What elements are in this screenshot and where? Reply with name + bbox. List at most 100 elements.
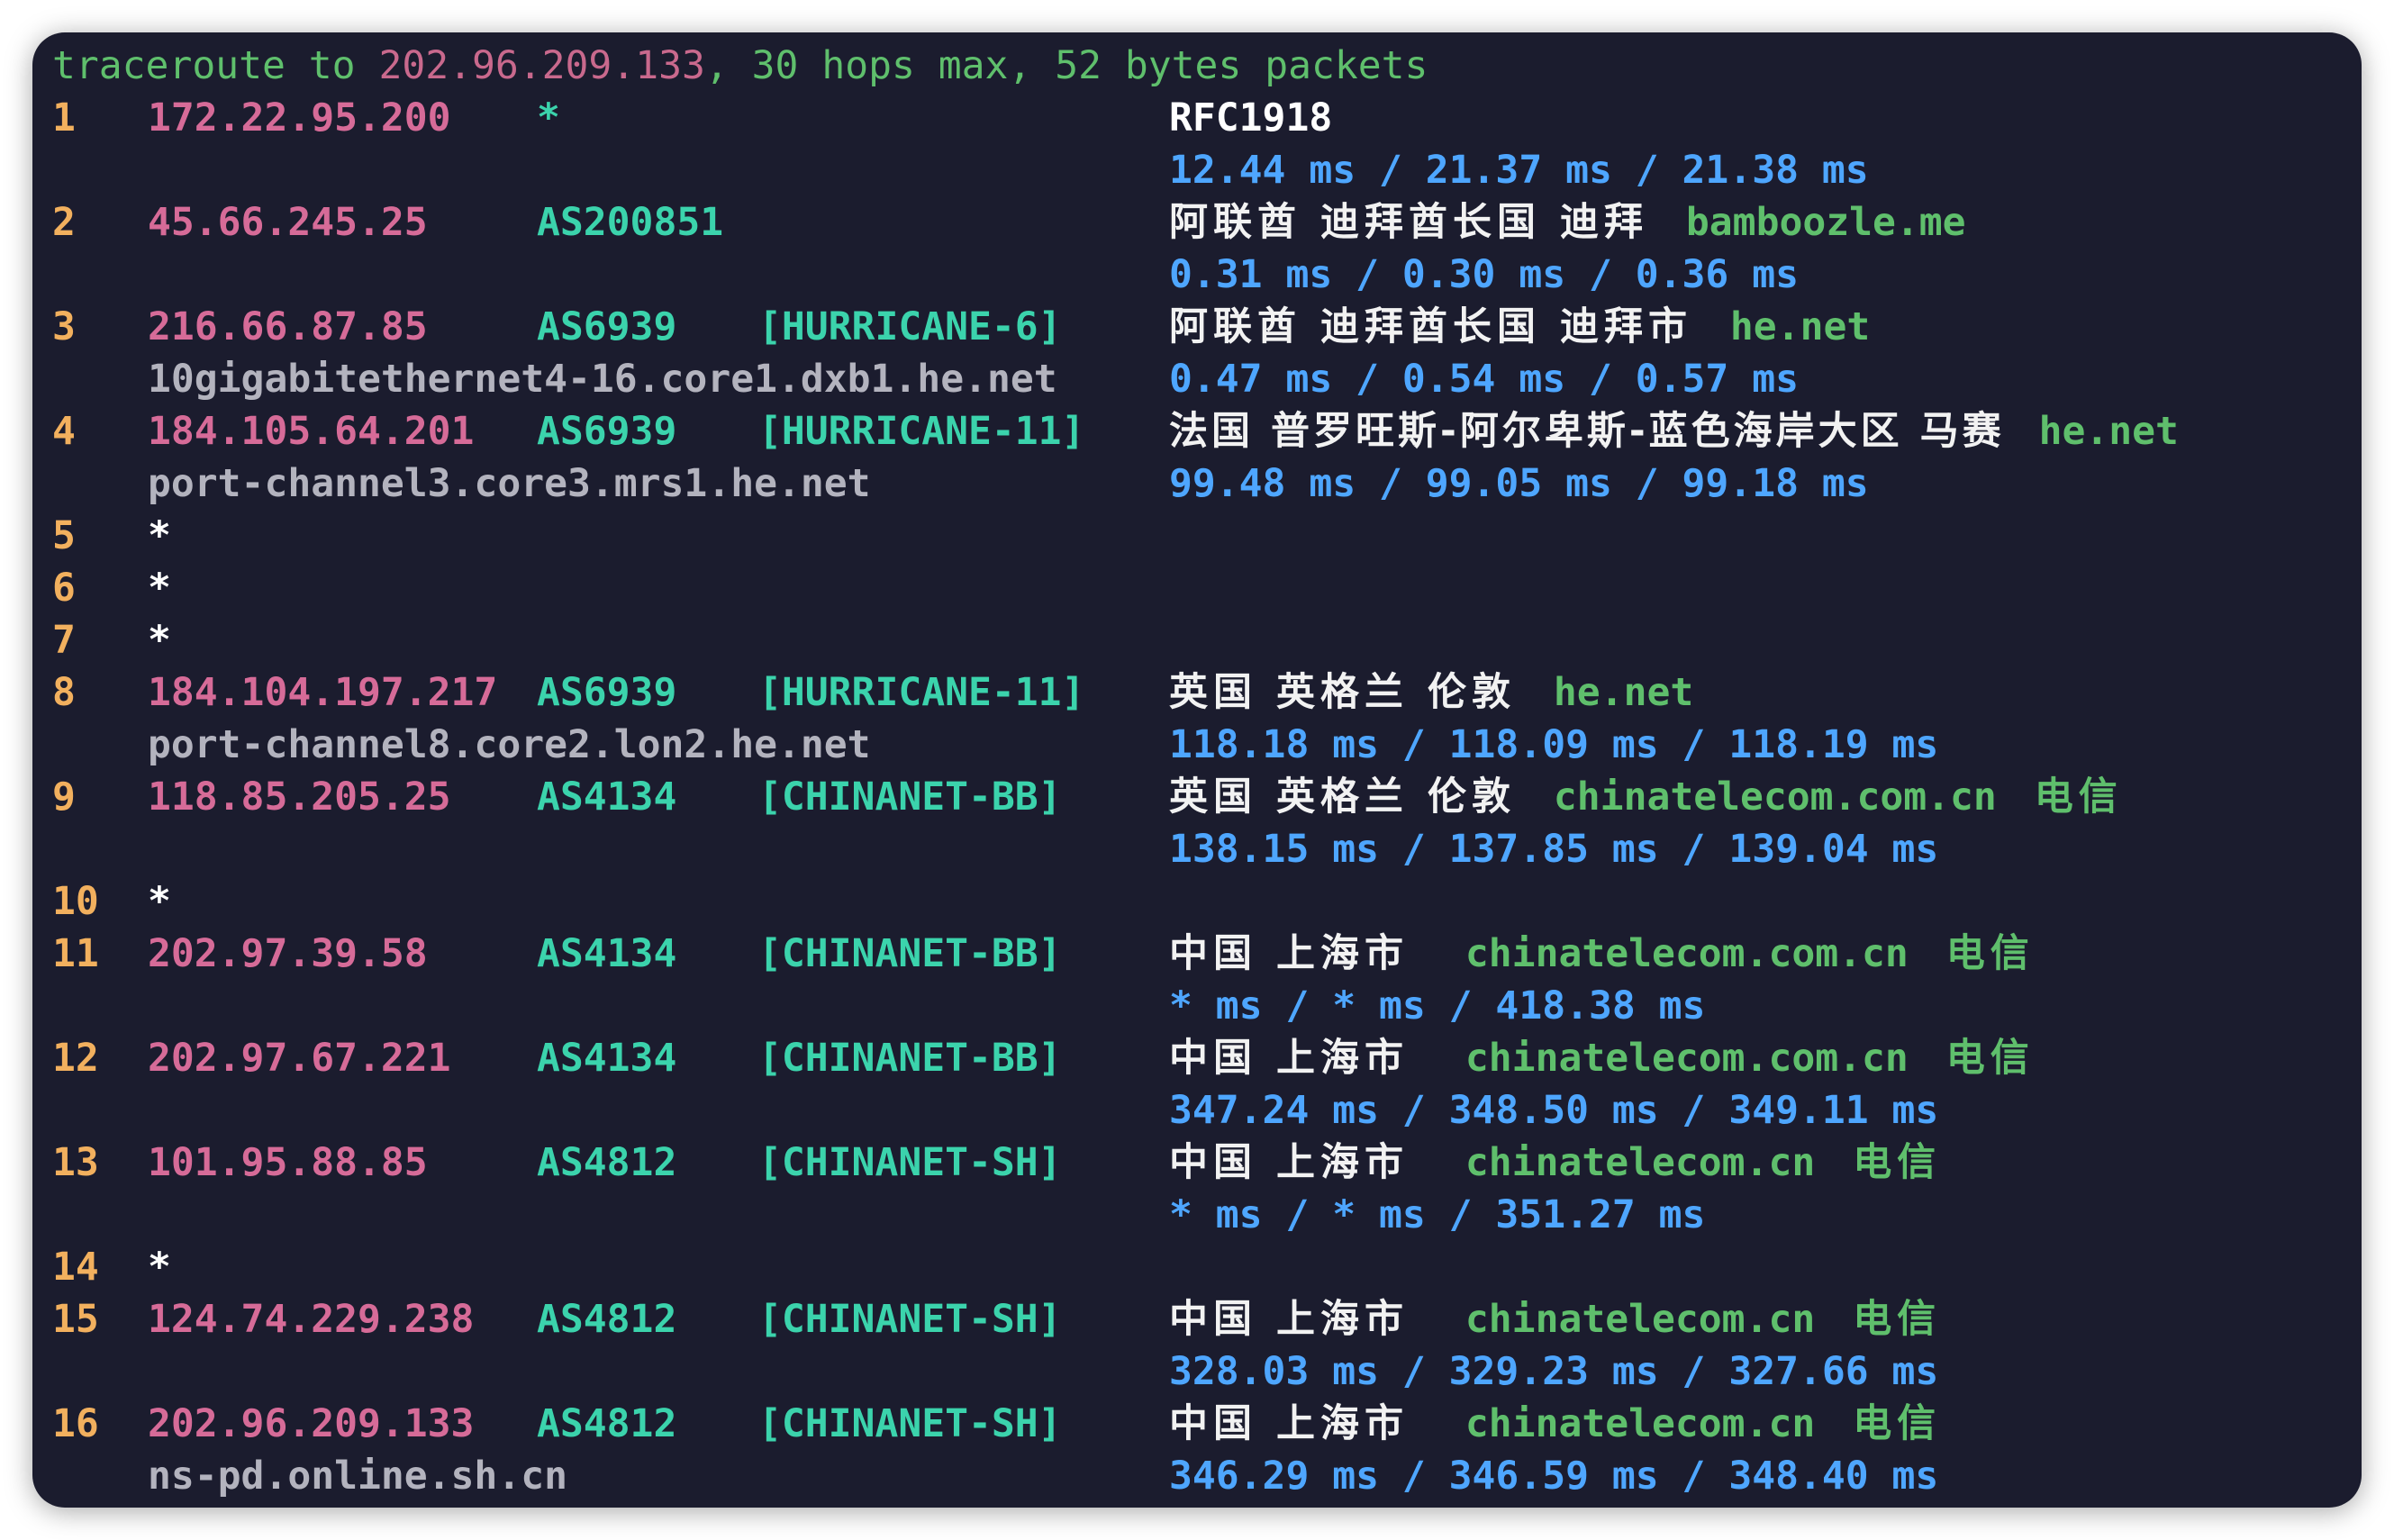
hop-isp: 电信 — [1853, 1401, 1942, 1446]
hop-rtt: * ms / * ms / 351.27 ms — [1169, 1192, 1706, 1237]
hop-rtt: 118.18 ms / 118.09 ms / 118.19 ms — [1169, 722, 1939, 767]
hop-domain: chinatelecom.cn — [1465, 1297, 1816, 1342]
hop-detail-row: 0.31 ms / 0.30 ms / 0.36 ms — [32, 249, 1799, 301]
hop-domain: chinatelecom.cn — [1465, 1140, 1816, 1185]
hop-isp: 电信 — [1853, 1140, 1942, 1185]
hop-domain: bamboozle.me — [1685, 200, 1966, 245]
hop-asn: AS6939 — [537, 409, 677, 454]
hop-rtt: 12.44 ms / 21.37 ms / 21.38 ms — [1169, 148, 1869, 193]
hop-asn: AS4134 — [537, 775, 677, 820]
hop-number: 12 — [52, 1036, 99, 1081]
hop-net-tag: [CHINANET-SH] — [758, 1401, 1062, 1446]
hop-ip: 184.105.64.201 — [148, 409, 475, 454]
hop-asn: * — [537, 95, 560, 140]
hop-timeout: * — [148, 1245, 171, 1290]
hop-net-tag: [CHINANET-BB] — [758, 1036, 1062, 1081]
hop-net-tag: [HURRICANE-6] — [758, 304, 1062, 349]
hop-number: 14 — [52, 1245, 99, 1290]
hop-number: 6 — [52, 566, 76, 611]
hop-row: 10 * — [32, 875, 171, 928]
hop-ip: 184.104.197.217 — [148, 670, 498, 715]
hop-net-tag: [CHINANET-SH] — [758, 1140, 1062, 1185]
hop-number: 5 — [52, 513, 76, 558]
hop-row: 11 202.97.39.58 AS4134 [CHINANET-BB] 中国 … — [32, 928, 2029, 980]
hop-number: 11 — [52, 931, 99, 976]
hop-ip: 216.66.87.85 — [148, 304, 428, 349]
hop-asn: AS200851 — [537, 200, 724, 245]
hop-detail-row: 10gigabitethernet4-16.core1.dxb1.he.net … — [32, 353, 1799, 405]
hop-detail-row: 328.03 ms / 329.23 ms / 327.66 ms — [32, 1345, 1938, 1398]
hop-number: 13 — [52, 1140, 99, 1185]
hop-rtt: 99.48 ms / 99.05 ms / 99.18 ms — [1169, 461, 1869, 506]
hop-domain: chinatelecom.com.cn — [1465, 931, 1909, 976]
hop-location: 阿联酋 迪拜酋长国 迪拜市 he.net — [1169, 304, 1871, 349]
hop-number: 3 — [52, 304, 76, 349]
hop-ip: 124.74.229.238 — [148, 1297, 475, 1342]
hop-row: 8 184.104.197.217 AS6939 [HURRICANE-11] … — [32, 666, 1693, 719]
hop-row: 6 * — [32, 562, 171, 614]
hop-ip: 45.66.245.25 — [148, 200, 428, 245]
hop-row: 1 172.22.95.200 * RFC1918 — [32, 92, 1332, 144]
terminal-window[interactable]: traceroute to 202.96.209.133, 30 hops ma… — [32, 32, 2362, 1508]
hop-ip: 172.22.95.200 — [148, 95, 451, 140]
hop-detail-row: * ms / * ms / 418.38 ms — [32, 980, 1705, 1032]
hop-ip: 202.97.67.221 — [148, 1036, 451, 1081]
hop-row: 15 124.74.229.238 AS4812 [CHINANET-SH] 中… — [32, 1293, 1936, 1345]
hop-ip: 202.97.39.58 — [148, 931, 428, 976]
hop-domain: he.net — [1553, 670, 1694, 715]
hop-location: 中国 上海市 chinatelecom.cn 电信 — [1169, 1140, 1942, 1185]
hop-rdns: 10gigabitethernet4-16.core1.dxb1.he.net — [148, 357, 1057, 402]
hop-rtt: 328.03 ms / 329.23 ms / 327.66 ms — [1169, 1349, 1939, 1394]
hop-rtt: 138.15 ms / 137.85 ms / 139.04 ms — [1169, 827, 1939, 872]
hop-row: 13 101.95.88.85 AS4812 [CHINANET-SH] 中国 … — [32, 1137, 1936, 1189]
hop-rdns: ns-pd.online.sh.cn — [148, 1454, 567, 1499]
hop-domain: chinatelecom.com.cn — [1553, 775, 1997, 820]
hop-row: 14 * — [32, 1241, 171, 1293]
hop-timeout: * — [148, 566, 171, 611]
hop-detail-row: * ms / * ms / 351.27 ms — [32, 1189, 1705, 1241]
hop-rtt: * ms / * ms / 418.38 ms — [1169, 983, 1706, 1028]
hop-rtt: 0.47 ms / 0.54 ms / 0.57 ms — [1169, 357, 1799, 402]
hop-domain: he.net — [1729, 304, 1871, 349]
hop-asn: AS4812 — [537, 1140, 677, 1185]
hop-row: 3 216.66.87.85 AS6939 [HURRICANE-6] 阿联酋 … — [32, 301, 1870, 353]
hop-net-tag: [CHINANET-BB] — [758, 775, 1062, 820]
hop-asn: AS4812 — [537, 1297, 677, 1342]
hop-ip: 101.95.88.85 — [148, 1140, 428, 1185]
hop-row: 9 118.85.205.25 AS4134 [CHINANET-BB] 英国 … — [32, 771, 2117, 823]
hop-timeout: * — [148, 879, 171, 924]
hop-asn: AS4812 — [537, 1401, 677, 1446]
hop-asn: AS6939 — [537, 304, 677, 349]
hop-domain: chinatelecom.cn — [1465, 1401, 1816, 1446]
hop-number: 15 — [52, 1297, 99, 1342]
hop-row: 12 202.97.67.221 AS4134 [CHINANET-BB] 中国… — [32, 1032, 2029, 1084]
hop-location: 中国 上海市 chinatelecom.com.cn 电信 — [1169, 1036, 2035, 1081]
hop-location: 英国 英格兰 伦敦 he.net — [1169, 670, 1694, 715]
hop-asn: AS4134 — [537, 931, 677, 976]
hop-number: 10 — [52, 879, 99, 924]
hop-detail-row: 347.24 ms / 348.50 ms / 349.11 ms — [32, 1084, 1938, 1137]
hop-net-tag: [HURRICANE-11] — [758, 670, 1085, 715]
hop-rdns: port-channel3.core3.mrs1.he.net — [148, 461, 871, 506]
hop-net-tag: [CHINANET-SH] — [758, 1297, 1062, 1342]
hop-detail-row: port-channel3.core3.mrs1.he.net 99.48 ms… — [32, 457, 1869, 510]
hop-net-tag: [CHINANET-BB] — [758, 931, 1062, 976]
hop-number: 8 — [52, 670, 76, 715]
hop-row: 16 202.96.209.133 AS4812 [CHINANET-SH] 中… — [32, 1398, 1936, 1450]
hop-number: 7 — [52, 618, 76, 663]
hop-detail-row: port-channel8.core2.lon2.he.net 118.18 m… — [32, 719, 1938, 771]
target-ip: 202.96.209.133 — [378, 43, 705, 88]
hop-isp: 电信 — [2034, 775, 2123, 820]
hop-row: 4 184.105.64.201 AS6939 [HURRICANE-11] 法… — [32, 405, 2179, 457]
hop-rtt: 347.24 ms / 348.50 ms / 349.11 ms — [1169, 1088, 1939, 1133]
hop-detail-row: 138.15 ms / 137.85 ms / 139.04 ms — [32, 823, 1938, 875]
hop-row: 7 * — [32, 614, 171, 666]
hop-detail-row: ns-pd.online.sh.cn 346.29 ms / 346.59 ms… — [32, 1450, 1938, 1502]
hop-location: RFC1918 — [1169, 95, 1333, 140]
hop-number: 9 — [52, 775, 76, 820]
hop-row: 2 45.66.245.25 AS200851 阿联酋 迪拜酋长国 迪拜 bam… — [32, 196, 1966, 249]
hop-location: 英国 英格兰 伦敦 chinatelecom.com.cn 电信 — [1169, 775, 2123, 820]
hop-location: 中国 上海市 chinatelecom.cn 电信 — [1169, 1401, 1942, 1446]
hop-ip: 202.96.209.133 — [148, 1401, 475, 1446]
hop-detail-row: 12.44 ms / 21.37 ms / 21.38 ms — [32, 144, 1869, 196]
